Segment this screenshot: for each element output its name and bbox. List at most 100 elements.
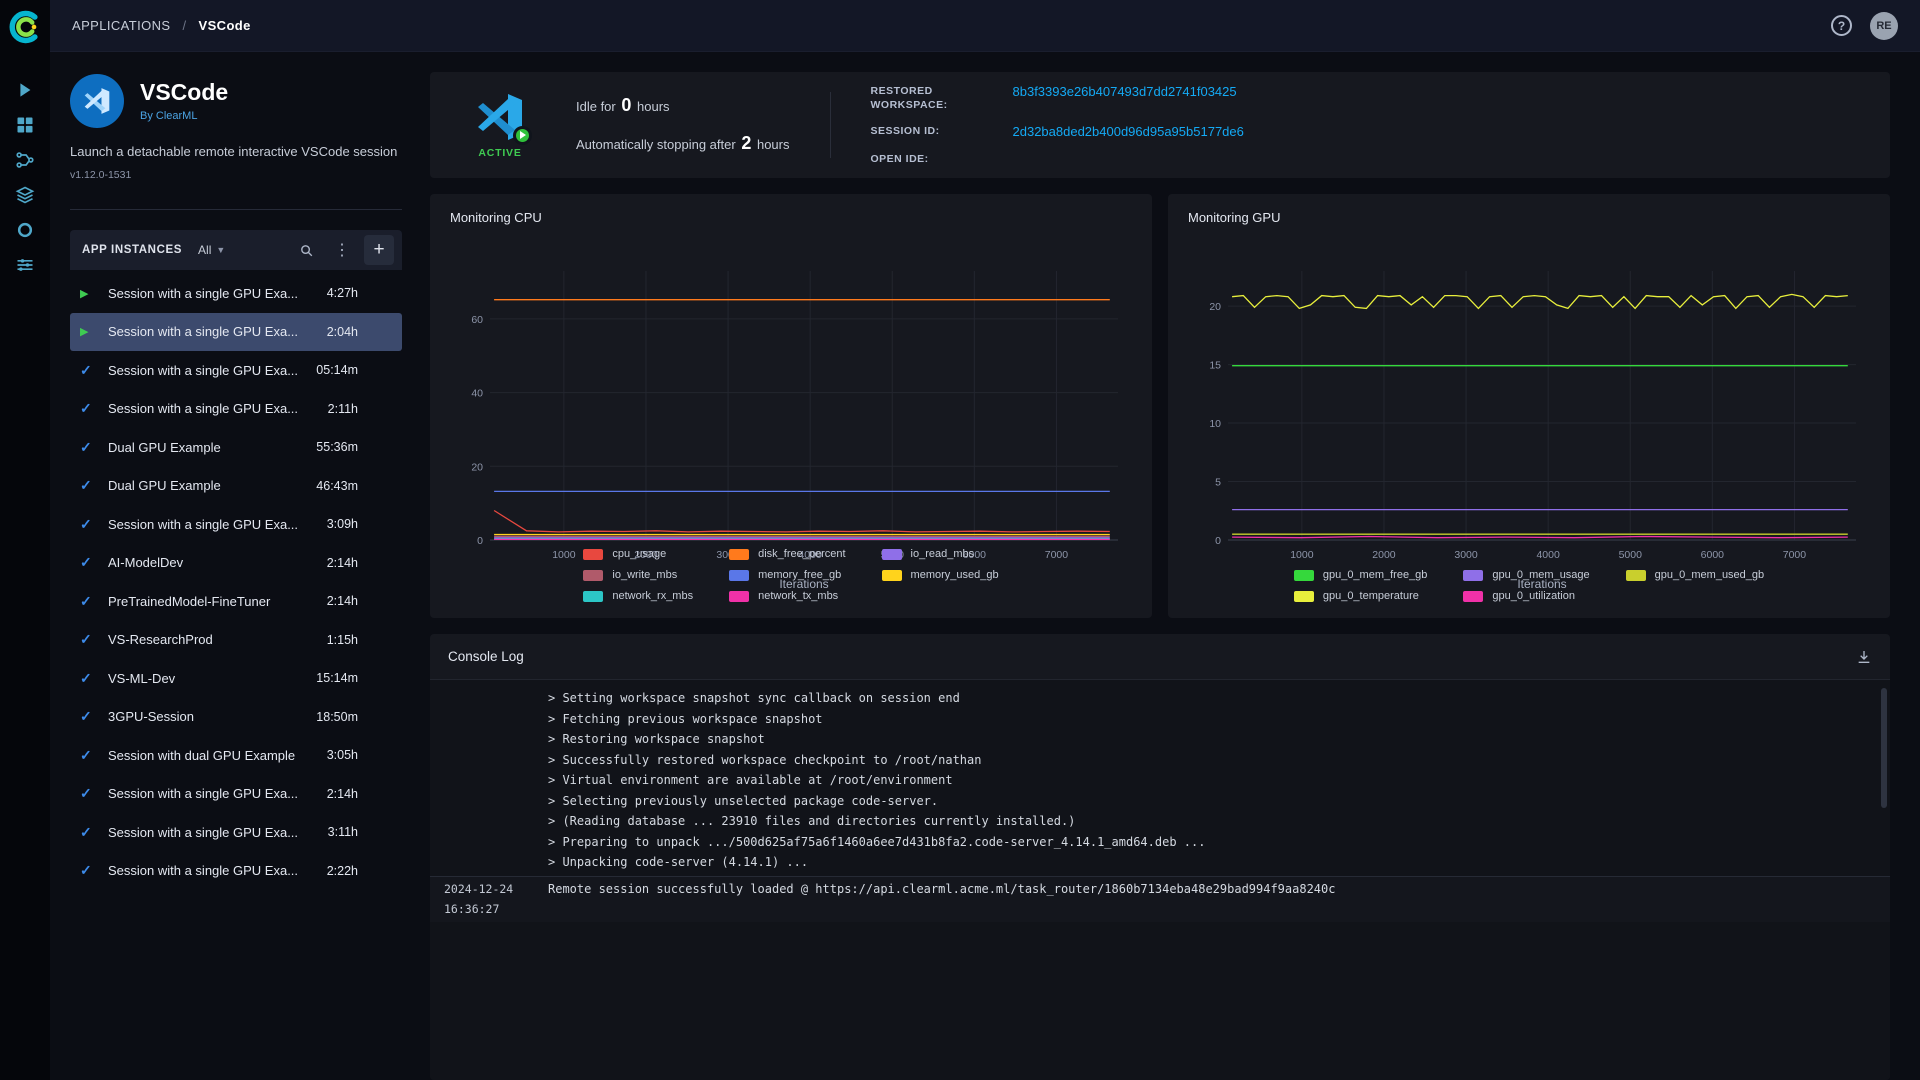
- instance-name: Session with a single GPU Exa...: [108, 825, 318, 840]
- console-line-text: > Restoring workspace snapshot: [548, 729, 1890, 750]
- instance-duration: 55:36m: [316, 440, 358, 454]
- instance-row[interactable]: ✓PreTrainedModel-FineTuner2:14h: [70, 582, 402, 621]
- legend-item[interactable]: disk_free_percent: [729, 548, 845, 560]
- app-description: Launch a detachable remote interactive V…: [70, 144, 402, 159]
- instance-name: Session with a single GPU Exa...: [108, 286, 317, 301]
- legend-label: network_tx_mbs: [758, 590, 838, 602]
- console-title: Console Log: [448, 649, 524, 664]
- help-icon[interactable]: ?: [1831, 15, 1852, 36]
- legend-swatch: [583, 549, 603, 560]
- instance-duration: 2:22h: [327, 864, 358, 878]
- instance-row[interactable]: ✓Session with a single GPU Exa...2:11h: [70, 390, 402, 429]
- user-avatar[interactable]: RE: [1870, 12, 1898, 40]
- instance-row[interactable]: ✓Dual GPU Example55:36m: [70, 428, 402, 467]
- breadcrumb-applications[interactable]: APPLICATIONS: [72, 18, 170, 33]
- instance-row[interactable]: ✓Session with a single GPU Exa...3:09h: [70, 505, 402, 544]
- instance-row[interactable]: ✓AI-ModelDev2:14h: [70, 544, 402, 583]
- instance-row[interactable]: ▶Session with a single GPU Exa...2:04h: [70, 313, 402, 352]
- instance-name: Session with a single GPU Exa...: [108, 401, 318, 416]
- legend-label: gpu_0_mem_used_gb: [1655, 569, 1764, 581]
- legend-item[interactable]: cpu_usage: [583, 548, 693, 560]
- console-body: > Setting workspace snapshot sync callba…: [430, 680, 1890, 1080]
- completed-check-icon: ✓: [80, 824, 108, 841]
- app-panel: VSCode By ClearML Launch a detachable re…: [50, 52, 422, 1080]
- launch-icon[interactable]: [13, 78, 37, 102]
- legend-item[interactable]: gpu_0_mem_used_gb: [1626, 569, 1764, 581]
- console-timestamp: [430, 811, 548, 832]
- instance-duration: 15:14m: [316, 671, 358, 685]
- cpu-chart-legend: cpu_usage disk_free_percent io_read_mbs io_…: [444, 542, 1138, 610]
- nav-rail: [0, 0, 50, 1080]
- gpu-chart-legend: gpu_0_mem_free_gb gpu_0_mem_usage gpu_0_me…: [1182, 563, 1876, 610]
- console-log-line: > (Reading database ... 23910 files and …: [430, 811, 1890, 832]
- console-log-line: 2024-12-24 16:36:27Remote session succes…: [430, 876, 1890, 922]
- legend-swatch: [1626, 570, 1646, 581]
- search-icon[interactable]: [292, 236, 320, 264]
- legend-item[interactable]: memory_free_gb: [729, 569, 845, 581]
- instance-row[interactable]: ✓Dual GPU Example46:43m: [70, 467, 402, 506]
- projects-icon[interactable]: [13, 113, 37, 137]
- monitoring-charts: Monitoring CPU 1000200030004000500060007…: [430, 194, 1890, 618]
- instance-row[interactable]: ✓Session with a single GPU Exa...2:14h: [70, 775, 402, 814]
- kebab-menu-icon[interactable]: ⋮: [328, 236, 356, 264]
- gpu-chart-card: Monitoring GPU 1000200030004000500060007…: [1168, 194, 1890, 618]
- topbar: APPLICATIONS / VSCode ? RE: [50, 0, 1920, 52]
- legend-swatch: [729, 549, 749, 560]
- instance-row[interactable]: ✓Session with a single GPU Exa...05:14m: [70, 351, 402, 390]
- instance-row[interactable]: ▶Session with a single GPU Exa... 4:27h: [70, 274, 402, 313]
- instance-name: Dual GPU Example: [108, 478, 306, 493]
- pipelines-icon[interactable]: [13, 148, 37, 172]
- instance-row[interactable]: ✓Session with a single GPU Exa...2:22h: [70, 852, 402, 891]
- legend-item[interactable]: io_write_mbs: [583, 569, 693, 581]
- instance-name: VS-ResearchProd: [108, 632, 317, 647]
- legend-item[interactable]: gpu_0_temperature: [1294, 590, 1428, 602]
- console-line-text: > Virtual environment are available at /…: [548, 770, 1890, 791]
- instance-row[interactable]: ✓Session with dual GPU Example3:05h: [70, 736, 402, 775]
- instances-filter-dropdown[interactable]: All ▼: [198, 243, 225, 257]
- download-log-icon[interactable]: [1856, 649, 1872, 665]
- console-timestamp: [430, 770, 548, 791]
- breadcrumb-separator: /: [183, 18, 187, 33]
- instance-row[interactable]: ✓VS-ResearchProd1:15h: [70, 621, 402, 660]
- completed-check-icon: ✓: [80, 362, 108, 379]
- instance-row[interactable]: ✓3GPU-Session18:50m: [70, 698, 402, 737]
- clearml-logo-icon[interactable]: [7, 9, 43, 45]
- running-play-icon: ▶: [80, 287, 108, 300]
- console-scrollbar[interactable]: [1881, 688, 1887, 808]
- legend-swatch: [729, 570, 749, 581]
- instance-duration: 4:27h: [327, 286, 358, 300]
- svg-text:60: 60: [471, 314, 483, 326]
- completed-check-icon: ✓: [80, 477, 108, 494]
- datasets-icon[interactable]: [13, 183, 37, 207]
- legend-item[interactable]: network_rx_mbs: [583, 590, 693, 602]
- instance-row[interactable]: ✓VS-ML-Dev15:14m: [70, 659, 402, 698]
- legend-item[interactable]: gpu_0_mem_usage: [1463, 569, 1589, 581]
- legend-item[interactable]: io_read_mbs: [882, 548, 999, 560]
- legend-item[interactable]: memory_used_gb: [882, 569, 999, 581]
- console-log-line: > Preparing to unpack .../500d625af75a6f…: [430, 832, 1890, 853]
- console-log-line: > Successfully restored workspace checkp…: [430, 750, 1890, 771]
- instance-row[interactable]: ✓Session with a single GPU Exa...3:11h: [70, 813, 402, 852]
- svg-text:5000: 5000: [1619, 549, 1643, 561]
- instance-duration: 3:05h: [327, 748, 358, 762]
- instance-name: Session with a single GPU Exa...: [108, 324, 317, 339]
- completed-check-icon: ✓: [80, 785, 108, 802]
- legend-item[interactable]: gpu_0_utilization: [1463, 590, 1589, 602]
- gpu-chart-plot: 100020003000400050006000700005101520Iter…: [1182, 225, 1876, 563]
- legend-label: gpu_0_mem_usage: [1492, 569, 1589, 581]
- vscode-logo-icon: [473, 92, 527, 142]
- add-instance-button[interactable]: +: [364, 235, 394, 265]
- legend-label: memory_free_gb: [758, 569, 841, 581]
- legend-item[interactable]: gpu_0_mem_free_gb: [1294, 569, 1428, 581]
- legend-item[interactable]: network_tx_mbs: [729, 590, 845, 602]
- breadcrumb-current: VSCode: [199, 18, 251, 33]
- app-byline[interactable]: By ClearML: [140, 110, 228, 122]
- workers-icon[interactable]: [13, 253, 37, 277]
- orchestration-icon[interactable]: [13, 218, 37, 242]
- console-timestamp: 2024-12-24 16:36:27: [430, 879, 548, 920]
- console-timestamp: [430, 688, 548, 709]
- svg-text:20: 20: [471, 461, 483, 473]
- svg-text:1000: 1000: [1290, 549, 1314, 561]
- legend-label: gpu_0_utilization: [1492, 590, 1575, 602]
- vscode-app-icon: [70, 74, 124, 128]
